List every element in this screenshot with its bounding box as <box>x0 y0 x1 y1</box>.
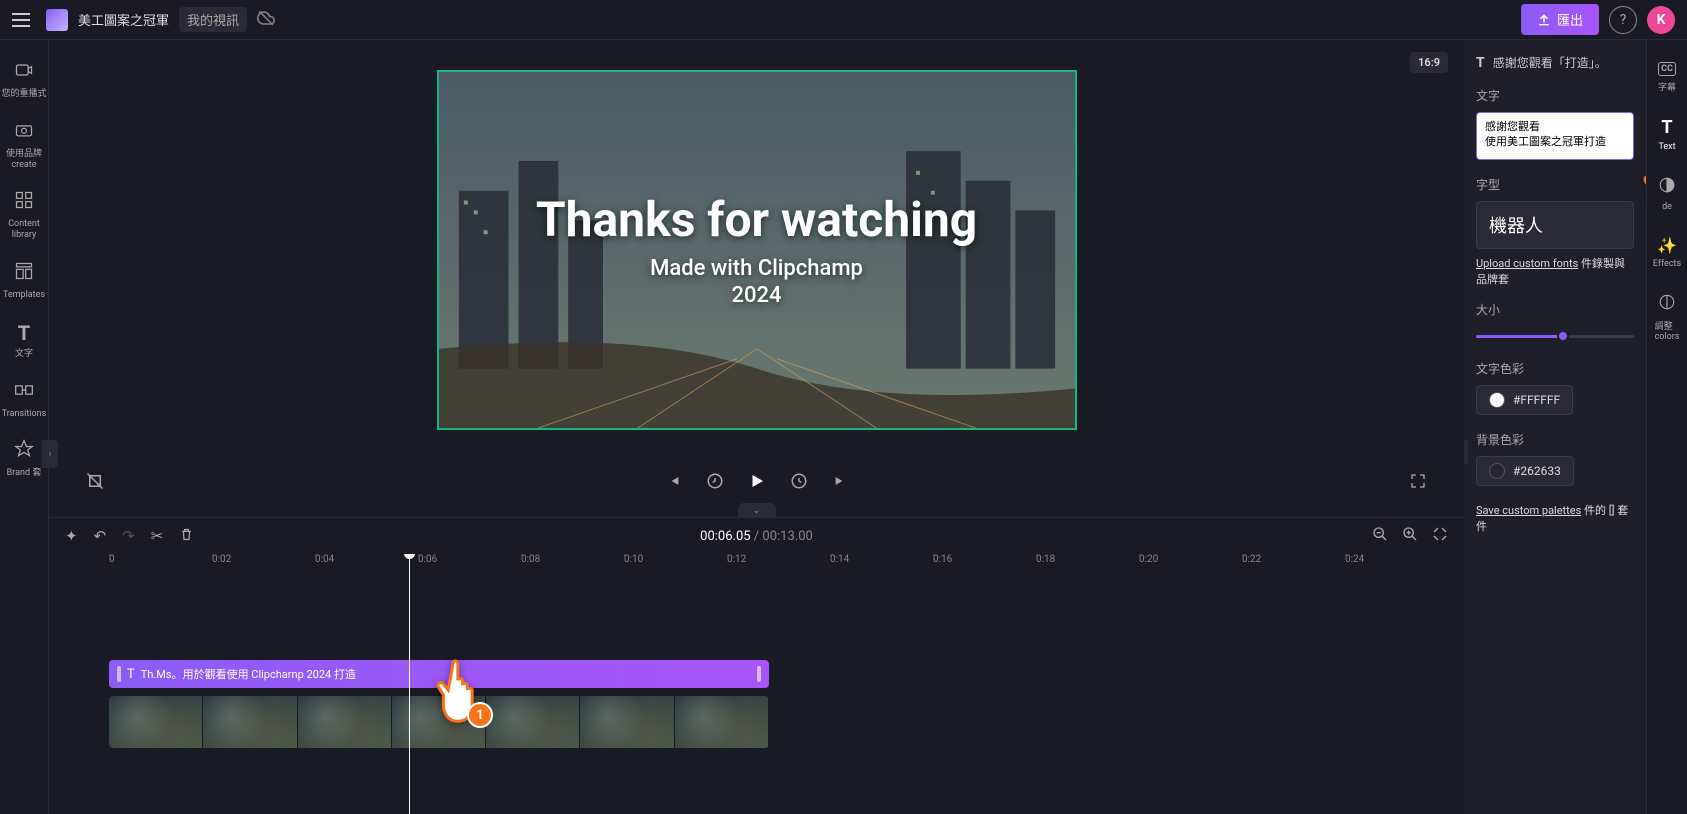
text-icon: T <box>18 321 30 345</box>
fullscreen-button[interactable] <box>1406 469 1430 493</box>
size-section-label: 大小 <box>1476 301 1634 318</box>
time-duration: 00:13.00 <box>762 529 812 544</box>
sidebar-item-templates[interactable]: Templates <box>0 253 48 309</box>
library-icon <box>14 190 34 215</box>
timeline[interactable]: 0 0:02 0:04 0:06 0:08 0:10 0:12 0:14 0:1… <box>49 554 1464 814</box>
sidebar-item-transitions[interactable]: Transitions <box>0 372 48 428</box>
text-section-label: 文字 <box>1476 87 1634 104</box>
delete-button[interactable] <box>179 527 194 546</box>
left-sidebar: 您的重播式 使用品牌 create Content library Templa… <box>0 40 49 814</box>
contrast-icon <box>1658 293 1676 315</box>
skip-start-button[interactable] <box>661 469 685 493</box>
rt-captions[interactable]: CC 字幕 <box>1647 54 1687 101</box>
text-icon: T <box>127 667 135 682</box>
video-clip[interactable] <box>109 696 769 748</box>
save-palettes-link[interactable]: Save custom palettes <box>1476 504 1581 517</box>
video-icon <box>14 60 34 85</box>
magic-icon[interactable]: ✦ <box>65 527 78 545</box>
skip-end-button[interactable] <box>829 469 853 493</box>
timeline-toolbar: ✦ ↶ ↷ ✂ 00:06.05 / 00:13.00 <box>49 517 1464 554</box>
right-toolbar: CC 字幕 T Text de ✨ Effects 調整 colors <box>1646 40 1687 814</box>
center-column: 16:9 <box>49 40 1464 814</box>
brand-kit-icon <box>14 439 34 464</box>
panel-header: 感謝您觀看「打造」。 <box>1493 54 1607 71</box>
preview-area: 16:9 <box>49 40 1464 459</box>
text-color-swatch <box>1489 392 1505 408</box>
sidebar-label: Templates <box>3 290 45 301</box>
text-content-input[interactable]: 感謝您觀看 使用美工圖案之冠軍打造 <box>1476 112 1634 160</box>
text-icon: T <box>1661 117 1672 138</box>
transitions-icon <box>14 380 34 405</box>
upload-fonts-link[interactable]: Upload custom fonts <box>1476 257 1578 270</box>
split-button[interactable]: ✂ <box>151 527 164 545</box>
aspect-badge[interactable]: 16:9 <box>1410 52 1448 73</box>
rt-fade[interactable]: de <box>1647 168 1687 220</box>
sidebar-label: Brand 套 <box>7 468 42 479</box>
sidebar-item-text[interactable]: T 文字 <box>0 313 48 368</box>
play-button[interactable] <box>745 469 769 493</box>
project-icon <box>46 9 68 31</box>
text-clip-label: Th.Ms。用於觀看使用 Clipcharnp 2024 打造 <box>141 666 356 682</box>
text-icon: T <box>1476 55 1485 71</box>
preview-subtitle: Made with Clipchamp <box>650 256 863 281</box>
playback-controls <box>49 459 1464 503</box>
sidebar-label: 您的重播式 <box>1 89 46 100</box>
fade-icon <box>1658 176 1676 198</box>
export-button[interactable]: 匯出 <box>1521 4 1599 35</box>
zoom-in-button[interactable] <box>1402 526 1418 546</box>
project-title: 美工圖案之冠軍 <box>78 10 169 29</box>
camera-icon <box>14 120 34 145</box>
menu-button[interactable] <box>12 8 36 32</box>
sidebar-label: Content library <box>8 219 40 241</box>
clip-handle-right[interactable] <box>757 666 761 682</box>
zoom-out-button[interactable] <box>1372 526 1388 546</box>
sidebar-item-your-videos[interactable]: 您的重播式 <box>0 52 48 108</box>
text-color-chip[interactable]: #FFFFFF <box>1476 385 1573 415</box>
bg-color-chip[interactable]: #262633 <box>1476 456 1574 486</box>
sidebar-label: 文字 <box>15 349 33 360</box>
cloud-off-icon <box>257 9 275 31</box>
video-name[interactable]: 我的視訊 <box>179 7 247 32</box>
captions-icon: CC <box>1658 62 1676 76</box>
undo-button[interactable]: ↶ <box>94 527 107 545</box>
rewind-button[interactable] <box>703 469 727 493</box>
text-color-label: 文字色彩 <box>1476 360 1634 377</box>
time-current: 00:06.05 <box>700 529 750 544</box>
avatar[interactable]: K <box>1647 6 1675 34</box>
sidebar-label: Transitions <box>2 409 47 420</box>
timeline-resize-handle[interactable]: ⌄ <box>738 503 776 517</box>
annotation-hand-2: 2 <box>1636 148 1646 218</box>
clip-handle-left[interactable] <box>117 666 121 682</box>
preview-title: Thanks for watching <box>536 191 977 248</box>
rt-colors[interactable]: 調整 colors <box>1647 285 1687 350</box>
font-section-label: 字型 <box>1476 176 1634 193</box>
preview-frame[interactable]: Thanks for watching Made with Clipchamp … <box>437 70 1077 430</box>
panel-collapse[interactable]: › <box>1464 440 1468 464</box>
rt-effects[interactable]: ✨ Effects <box>1647 228 1687 277</box>
topbar: 美工圖案之冠軍 我的視訊 匯出 ? K <box>0 0 1687 40</box>
export-label: 匯出 <box>1557 10 1583 29</box>
effects-icon: ✨ <box>1657 236 1677 255</box>
timecode: 00:06.05 / 00:13.00 <box>700 529 813 544</box>
rt-text[interactable]: T Text <box>1647 109 1687 160</box>
sidebar-item-brand[interactable]: 使用品牌 create <box>0 112 48 179</box>
help-button[interactable]: ? <box>1609 6 1637 34</box>
redo-button[interactable]: ↷ <box>122 527 135 545</box>
sidebar-item-brand-kit[interactable]: Brand 套 <box>0 431 48 487</box>
font-select[interactable]: 機器人 <box>1476 201 1634 249</box>
size-slider[interactable] <box>1476 326 1634 346</box>
text-clip[interactable]: T Th.Ms。用於觀看使用 Clipcharnp 2024 打造 <box>109 660 769 688</box>
bg-color-label: 背景色彩 <box>1476 431 1634 448</box>
bg-color-swatch <box>1489 463 1505 479</box>
timeline-ruler[interactable]: 0 0:02 0:04 0:06 0:08 0:10 0:12 0:14 0:1… <box>109 554 1448 582</box>
fit-button[interactable] <box>1432 526 1448 546</box>
properties-panel: › T 感謝您觀看「打造」。 文字 感謝您觀看 使用美工圖案之冠軍打造 字型 機… <box>1464 40 1646 814</box>
forward-button[interactable] <box>787 469 811 493</box>
playhead[interactable] <box>409 554 410 814</box>
crop-icon[interactable] <box>83 469 107 493</box>
templates-icon <box>14 261 34 286</box>
preview-year: 2024 <box>731 283 781 308</box>
sidebar-label: 使用品牌 create <box>6 149 42 171</box>
sidebar-item-content-library[interactable]: Content library <box>0 182 48 249</box>
